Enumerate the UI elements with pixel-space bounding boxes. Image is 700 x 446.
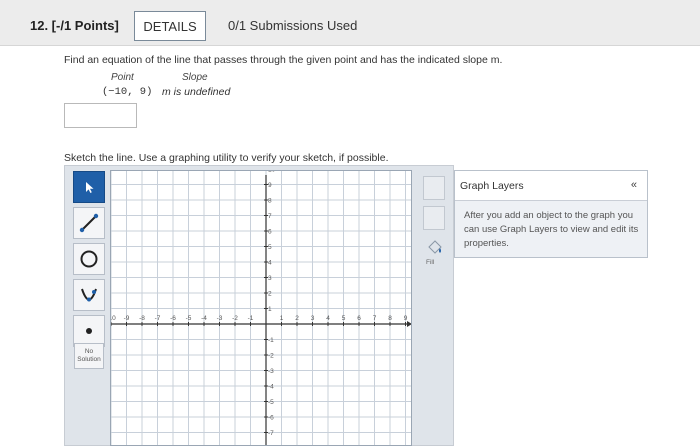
y-tick-label: 8: [268, 198, 272, 205]
y-tick-label: 6: [268, 229, 272, 236]
graph-svg: -10-9-8-7-6-5-4-3-2-11234567891010987654…: [111, 171, 411, 445]
x-tick-label: 3: [311, 315, 315, 322]
y-tick-label: 10: [268, 171, 276, 174]
x-tick-label: -1: [248, 315, 254, 322]
x-axis-arrow: [407, 321, 411, 327]
y-tick-label: 2: [268, 291, 272, 298]
y-tick-label: 3: [268, 275, 272, 282]
color-tool-button[interactable]: [423, 176, 445, 200]
y-tick-label: 4: [268, 260, 272, 267]
graph-layers-description: After you add an object to the graph you…: [464, 210, 639, 249]
pointer-tool-button[interactable]: [73, 171, 105, 203]
no-solution-label-2: Solution: [77, 356, 101, 363]
y-tick-label: -7: [268, 430, 274, 437]
collapse-layers-button[interactable]: «: [631, 179, 637, 191]
graph-toolbar: No Solution: [70, 171, 108, 446]
x-tick-label: -9: [124, 315, 130, 322]
line-icon: [79, 213, 99, 233]
fill-bucket-icon: [428, 240, 442, 254]
y-tick-label: 9: [268, 182, 272, 189]
graph-layers-panel: Graph Layers « After you add an object t…: [454, 170, 648, 258]
y-tick-label: 5: [268, 244, 272, 251]
slope-value: m is undefined: [162, 86, 231, 98]
point-value: (−10, 9): [102, 86, 153, 98]
y-tick-label: 1: [268, 306, 272, 313]
x-tick-label: 7: [373, 315, 377, 322]
parabola-icon: [81, 288, 97, 302]
submissions-used: 0/1 Submissions Used: [228, 18, 358, 33]
x-tick-label: -3: [217, 315, 223, 322]
graph-layers-title: Graph Layers: [460, 180, 524, 192]
point-header: Point: [111, 72, 134, 83]
fill-label: Fill: [426, 259, 435, 266]
question-prompt: Find an equation of the line that passes…: [64, 54, 503, 66]
x-tick-label: -6: [170, 315, 176, 322]
line-tool-button[interactable]: [73, 207, 105, 239]
side-tool-column: Fill: [420, 170, 448, 290]
x-tick-label: 1: [280, 315, 284, 322]
x-tick-label: 9: [404, 315, 408, 322]
graph-canvas[interactable]: -10-9-8-7-6-5-4-3-2-11234567891010987654…: [110, 170, 412, 446]
graph-layers-header: Graph Layers «: [455, 171, 647, 201]
question-number: 12. [-/1 Points]: [30, 18, 119, 33]
x-tick-label: 6: [357, 315, 361, 322]
dash-tool-button[interactable]: [423, 206, 445, 230]
x-tick-label: 8: [388, 315, 392, 322]
x-tick-label: 2: [295, 315, 299, 322]
x-tick-label: -8: [139, 315, 145, 322]
x-tick-label: 4: [326, 315, 330, 322]
y-tick-label: -5: [268, 399, 274, 406]
x-tick-label: -5: [186, 315, 192, 322]
no-solution-label-1: No: [84, 348, 94, 355]
y-tick-label: 7: [268, 213, 272, 220]
x-tick-label: -7: [155, 315, 161, 322]
y-tick-label: -6: [268, 415, 274, 422]
x-tick-label: -10: [111, 315, 116, 322]
circle-tool-button[interactable]: [73, 243, 105, 275]
details-button[interactable]: DETAILS: [134, 11, 206, 41]
x-tick-label: -4: [201, 315, 207, 322]
x-tick-label: -2: [232, 315, 238, 322]
no-solution-button[interactable]: No Solution: [74, 343, 104, 369]
slope-header: Slope: [182, 72, 208, 83]
sketch-instruction: Sketch the line. Use a graphing utility …: [64, 152, 389, 164]
pointer-icon: [86, 182, 94, 193]
circle-icon: [80, 250, 98, 268]
fill-tool-button[interactable]: [426, 238, 444, 258]
answer-input[interactable]: [64, 103, 137, 128]
point-icon: [86, 328, 92, 334]
x-tick-label: 5: [342, 315, 346, 322]
y-tick-label: -2: [268, 353, 274, 360]
y-tick-label: -1: [268, 337, 274, 344]
question-header: 12. [-/1 Points] DETAILS 0/1 Submissions…: [0, 0, 700, 46]
parabola-tool-button[interactable]: [73, 279, 105, 311]
y-tick-label: -3: [268, 368, 274, 375]
y-tick-label: -4: [268, 384, 274, 391]
